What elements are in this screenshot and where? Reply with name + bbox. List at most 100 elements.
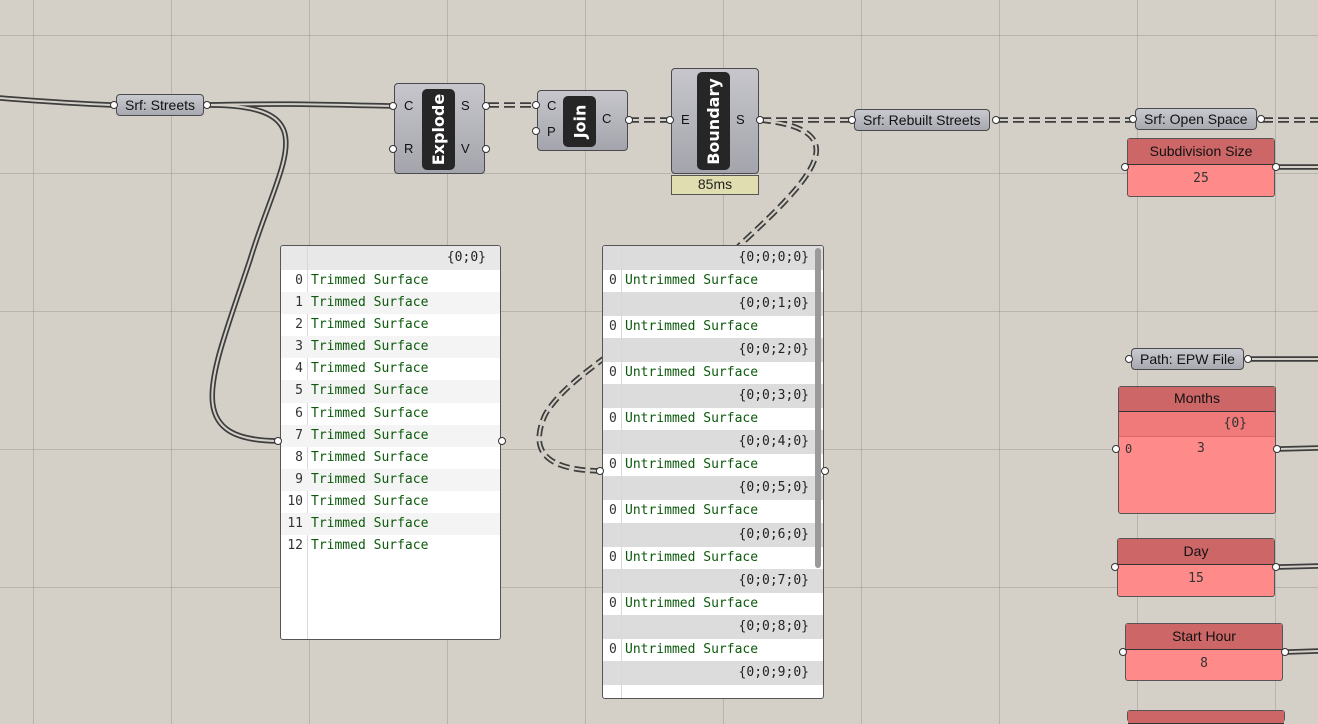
item-value: Untrimmed Surface <box>625 319 759 335</box>
output-port[interactable] <box>1244 355 1252 363</box>
branch-path: {0;0;9;0} <box>603 660 823 685</box>
item-index: 2 <box>295 317 303 333</box>
item-value: Trimmed Surface <box>311 471 429 487</box>
input-port[interactable] <box>848 116 856 124</box>
slider-label: Months <box>1119 387 1275 412</box>
join-name: Join <box>563 96 596 147</box>
list-item: 0 Untrimmed Surface <box>603 593 823 615</box>
item-value: Trimmed Surface <box>311 361 429 377</box>
branch-path: {0;0;5;0} <box>603 476 823 501</box>
input-port[interactable] <box>1129 115 1137 123</box>
item-value: Untrimmed Surface <box>625 595 759 611</box>
boundary-output-s: S <box>736 112 745 127</box>
param-rebuilt-streets[interactable]: Srf: Rebuilt Streets <box>854 109 990 131</box>
list-item: 0 Untrimmed Surface <box>603 500 823 522</box>
output-port[interactable] <box>498 437 506 445</box>
input-port[interactable] <box>596 467 604 475</box>
slider-label: Subdivision Size <box>1128 139 1274 165</box>
input-port[interactable] <box>1125 355 1133 363</box>
branch-path: {0;0;8;0} <box>603 614 823 639</box>
explode-input-r: R <box>404 141 414 156</box>
item-index: 0 <box>609 641 617 657</box>
slider-label: Day <box>1118 539 1274 565</box>
slider-day[interactable]: Day 15 <box>1117 538 1275 597</box>
param-open-space[interactable]: Srf: Open Space <box>1135 108 1257 130</box>
panel-untrimmed-surfaces[interactable]: {0;0;0;0} 0 Untrimmed Surface {0;0;1;0} 0 Unt… <box>602 245 824 699</box>
input-port[interactable] <box>1121 163 1129 171</box>
input-port[interactable] <box>389 145 397 153</box>
input-port[interactable] <box>274 437 282 445</box>
list-item: 0 Untrimmed Surface <box>603 547 823 569</box>
input-port[interactable] <box>532 127 540 135</box>
output-port[interactable] <box>482 145 490 153</box>
item-index: 0 <box>609 411 617 427</box>
input-port[interactable] <box>532 101 540 109</box>
item-value: Untrimmed Surface <box>625 273 759 288</box>
item-value: Trimmed Surface <box>311 427 429 443</box>
item-index: 5 <box>295 383 303 399</box>
list-item: 10 Trimmed Surface <box>281 491 500 513</box>
item-index: 10 <box>287 493 303 509</box>
output-port[interactable] <box>1273 445 1281 453</box>
list-item: 9 Trimmed Surface <box>281 468 500 491</box>
explode-input-c: C <box>404 98 414 113</box>
item-index: 11 <box>287 516 303 532</box>
output-port[interactable] <box>1272 563 1280 571</box>
output-port[interactable] <box>756 116 764 124</box>
item-value: Trimmed Surface <box>311 339 429 355</box>
item-index: 0 <box>609 503 617 519</box>
explode-component[interactable]: C R Explode S V <box>394 83 485 174</box>
item-index: 0 <box>609 319 617 335</box>
item-index: 0 <box>609 549 617 565</box>
param-epw-file[interactable]: Path: EPW File <box>1131 348 1244 370</box>
boundary-component[interactable]: E Boundary S <box>671 68 759 174</box>
item-value: Trimmed Surface <box>311 538 429 554</box>
join-component[interactable]: C P Join C <box>537 90 628 151</box>
item-index: 0 <box>609 273 617 288</box>
output-port[interactable] <box>625 116 633 124</box>
list-item: 0 Untrimmed Surface <box>603 454 823 476</box>
list-item: 0 Untrimmed Surface <box>603 639 823 661</box>
branch-path: {0;0;4;0} <box>603 430 823 455</box>
output-port[interactable] <box>992 116 1000 124</box>
input-port[interactable] <box>666 116 674 124</box>
input-port[interactable] <box>1112 445 1120 453</box>
input-port[interactable] <box>1119 648 1127 656</box>
item-index: 3 <box>295 339 303 355</box>
branch-path: {0;0;7;0} <box>603 568 823 593</box>
item-value: Untrimmed Surface <box>625 503 759 519</box>
output-port[interactable] <box>203 101 211 109</box>
input-port[interactable] <box>389 102 397 110</box>
slider-value: 15 <box>1188 571 1204 586</box>
item-value: Untrimmed Surface <box>625 641 759 657</box>
input-port[interactable] <box>110 101 118 109</box>
slider-subdivision-size[interactable]: Subdivision Size 25 <box>1127 138 1275 197</box>
panel-branches: {0;0;0;0} 0 Untrimmed Surface {0;0;1;0} 0 Unt… <box>603 246 823 685</box>
list-item: 6 Trimmed Surface <box>281 403 500 425</box>
item-index: 12 <box>287 538 303 554</box>
item-value: Trimmed Surface <box>311 273 429 288</box>
list-item: 1 Trimmed Surface <box>281 292 500 315</box>
slider-start-hour[interactable]: Start Hour 8 <box>1125 623 1283 681</box>
param-streets[interactable]: Srf: Streets <box>116 94 205 116</box>
slider-label: Start Hour <box>1126 624 1282 650</box>
list-item: 0 Trimmed Surface <box>281 270 500 292</box>
boundary-name: Boundary <box>697 72 730 170</box>
boundary-input-e: E <box>681 112 690 127</box>
months-index: 0 <box>1125 442 1133 456</box>
item-index: 7 <box>295 427 303 443</box>
item-index: 8 <box>295 449 303 465</box>
output-port[interactable] <box>821 467 829 475</box>
panel-scrollbar[interactable] <box>815 248 821 568</box>
slider-months[interactable]: Months {0} 0 3 <box>1118 386 1276 514</box>
output-port[interactable] <box>1281 648 1289 656</box>
item-index: 6 <box>295 405 303 421</box>
output-port[interactable] <box>1257 115 1265 123</box>
output-port[interactable] <box>482 102 490 110</box>
join-input-c: C <box>547 98 557 113</box>
input-port[interactable] <box>1111 563 1119 571</box>
panel-trimmed-surfaces[interactable]: {0;0} 0 Trimmed Surface 1 Trimmed Surface 2 T… <box>280 245 501 640</box>
output-port[interactable] <box>1272 163 1280 171</box>
item-value: Trimmed Surface <box>311 493 429 509</box>
slider-partial[interactable] <box>1127 710 1285 724</box>
